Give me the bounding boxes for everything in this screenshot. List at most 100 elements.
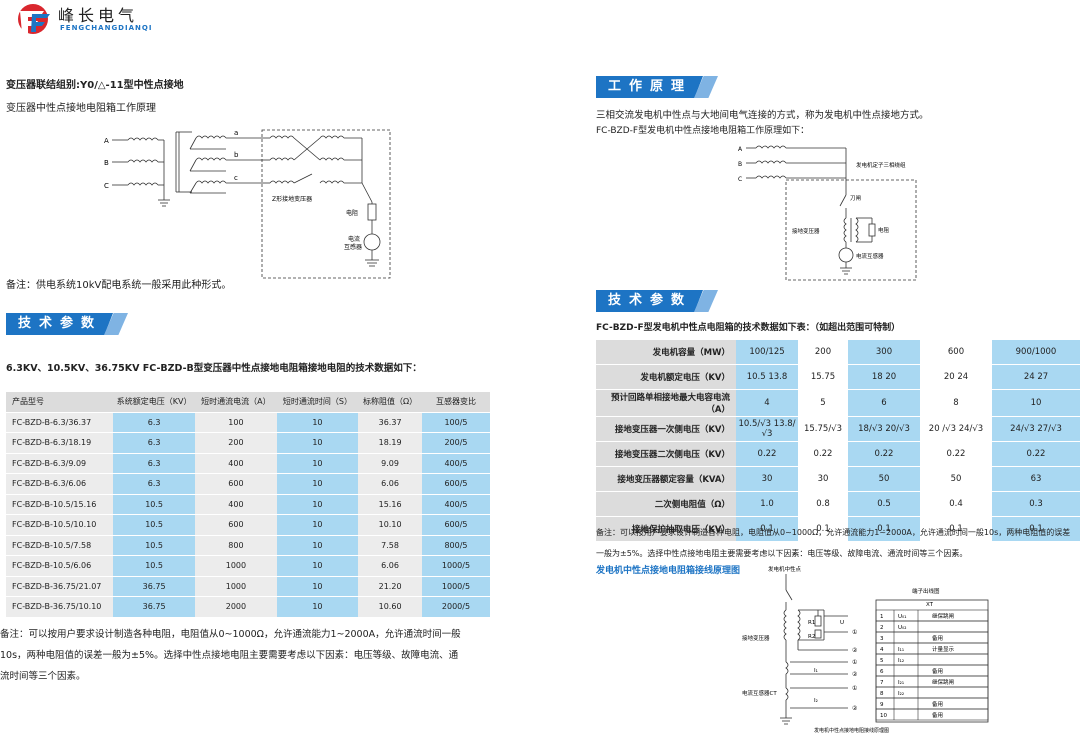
terminal-function: 计量显示	[932, 645, 955, 653]
table-cell: 4	[736, 389, 798, 417]
terminal-number: 6	[880, 669, 884, 675]
table-cell: 36.75	[113, 596, 196, 618]
table-cell: 10	[276, 535, 359, 556]
left-table-title: 6.3KV、10.5KV、36.75KV FC-BZD-B型变压器中性点接地电阻…	[6, 363, 422, 374]
gen-phase-b: B	[738, 161, 742, 168]
table-cell: 0.4	[920, 491, 992, 517]
terminal-number: 3	[880, 636, 884, 642]
table-cell: 2000	[195, 596, 277, 618]
table-cell: 400/5	[421, 453, 490, 474]
table-row: FC-BZD-B-10.5/7.58 10.5 800 10 7.58 800/5	[6, 535, 490, 556]
wiring-ct-label: 电流互感器CT	[742, 689, 777, 697]
note-line: 备注：可以按用户要求设计制造各种电阻，电阻值从0~1000Ω，允许通流能力1~2…	[596, 528, 1071, 537]
r2-label: R2	[808, 634, 815, 640]
product-model-cell: FC-BZD-B-10.5/7.58	[6, 535, 114, 556]
table-cell: 10	[276, 494, 359, 515]
table-header-row: 产品型号 系统额定电压（KV） 短时通流电流（A） 短时通流时间（S） 标称阻值…	[6, 392, 490, 413]
ct-label-2: 互感器	[344, 243, 362, 251]
table-row: FC-BZD-B-10.5/6.06 10.5 1000 10 6.06 1000/5	[6, 555, 490, 577]
col-header: 系统额定电压（KV）	[113, 392, 196, 413]
tap-b-label: b	[234, 151, 239, 159]
terminal-row	[875, 686, 989, 699]
terminal-signal: I₁₂	[898, 658, 904, 664]
ct-label-1: 电流	[348, 235, 360, 243]
table-cell: 6.3	[113, 473, 196, 495]
table-cell: 0.22	[798, 441, 848, 467]
table-cell: 1000/5	[421, 576, 490, 597]
terminal-number: 4	[880, 647, 884, 653]
table-cell: 600/5	[421, 473, 490, 495]
table-cell: 10.5	[113, 555, 196, 577]
xt-label: XT	[926, 602, 934, 608]
table-row: 发电机容量（MW） 100/125 200 300 600 900/1000	[596, 340, 1080, 365]
table-cell: 8	[920, 389, 992, 417]
table-row: 接地变压器二次侧电压（KV） 0.22 0.22 0.22 0.22 0.22	[596, 441, 1080, 467]
table-cell: 0.3	[992, 491, 1080, 517]
table-cell: 10	[276, 555, 359, 577]
resistor-label: 电阻	[346, 209, 358, 217]
i1-label: I₁	[814, 668, 818, 674]
table-cell: 10.5	[113, 514, 196, 536]
table-cell: 36.75	[113, 576, 196, 597]
logo-name: 峰长电气	[58, 6, 139, 25]
table-cell: 200	[798, 340, 848, 365]
table-cell: 36.37	[358, 412, 422, 433]
table-row: FC-BZD-B-6.3/36.37 6.3 100 10 36.37 100/5	[6, 412, 490, 433]
left-spec-table: 产品型号 系统额定电压（KV） 短时通流电流（A） 短时通流时间（S） 标称阻值…	[6, 392, 490, 618]
table-cell: 900/1000	[992, 340, 1080, 365]
right-table-title: FC-BZD-F型发电机中性点电阻箱的技术数据如下表：（如超出范围可特制）	[596, 323, 901, 333]
table-cell: 10.10	[358, 514, 422, 536]
col-header: 互感器变比	[421, 392, 490, 413]
table-row: 二次侧电阻值（Ω） 1.0 0.8 0.5 0.4 0.3	[596, 491, 1080, 517]
table-cell: 24 27	[992, 364, 1080, 390]
right-intro-1: 三相交流发电机中性点与大地间电气连接的方式，称为发电机中性点接地方式。	[596, 110, 929, 121]
table-cell: 300	[848, 340, 920, 365]
terminal-number: 1	[880, 614, 884, 620]
note-line: 一般为±5%。选择中性点接地电阻主要需要考虑以下因素：电压等级、故障电流、通流时…	[596, 549, 968, 558]
marker: ①	[852, 629, 857, 636]
table-cell: 10.5/√3 13.8/√3	[736, 416, 798, 442]
table-cell: 24/√3 27/√3	[992, 416, 1080, 442]
table-cell: 0.5	[848, 491, 920, 517]
row-header: 接地变压器二次侧电压（KV）	[596, 441, 736, 467]
phase-b-label: B	[104, 159, 109, 167]
table-cell: 21.20	[358, 576, 422, 597]
table-cell: 1000/5	[421, 555, 490, 577]
terminal-signal: U₀₁	[898, 614, 906, 620]
table-row: FC-BZD-B-10.5/15.16 10.5 400 10 15.16 400/5	[6, 494, 490, 515]
table-cell: 10	[276, 432, 359, 454]
marker: ②	[852, 705, 858, 712]
row-header: 发电机容量（MW）	[596, 340, 736, 365]
tap-a-label: a	[234, 129, 238, 137]
table-cell: 0.8	[798, 491, 848, 517]
table-cell: 6	[848, 389, 920, 417]
table-cell: 15.16	[358, 494, 422, 515]
note-line: 10s，两种电阻值的误差一般为±5%。选择中性点接地电阻主要需要考虑以下因素：电…	[0, 650, 459, 661]
table-cell: 400/5	[421, 494, 490, 515]
table-cell: 9.09	[358, 453, 422, 474]
right-table-body: 发电机容量（MW） 100/125 200 300 600 900/1000 发电机额定电压…	[596, 340, 1080, 542]
terminal-number: 9	[880, 702, 884, 708]
u-label: U	[840, 620, 844, 626]
table-cell: 1.0	[736, 491, 798, 517]
table-row: FC-BZD-B-36.75/21.07 36.75 1000 10 21.20 1000…	[6, 576, 490, 597]
right-banner-2-label: 技术参数	[596, 290, 703, 312]
table-cell: 10	[276, 412, 359, 433]
right-intro-2: FC-BZD-F型发电机中性点接地电阻箱工作原理如下：	[596, 126, 810, 136]
table-cell: 50	[920, 466, 992, 492]
terminal-number: 10	[880, 713, 887, 719]
logo	[14, 2, 54, 36]
left-banner: 技术参数	[6, 313, 128, 335]
table-cell: 6.3	[113, 412, 196, 433]
left-banner-label: 技术参数	[6, 313, 113, 335]
table-cell: 6.06	[358, 473, 422, 495]
table-cell: 100/5	[421, 412, 490, 433]
grounding-transformer-label: 接地变压器	[792, 227, 820, 235]
terminal-signal: U₀₂	[898, 625, 906, 631]
r1-label: R1	[808, 620, 815, 626]
left-note-1: 备注：供电系统10kV配电系统一般采用此种形式。	[6, 280, 232, 291]
terminal-number: 5	[880, 658, 884, 664]
marker: ①	[852, 685, 857, 692]
table-cell: 30	[736, 466, 798, 492]
table-cell: 200/5	[421, 432, 490, 454]
